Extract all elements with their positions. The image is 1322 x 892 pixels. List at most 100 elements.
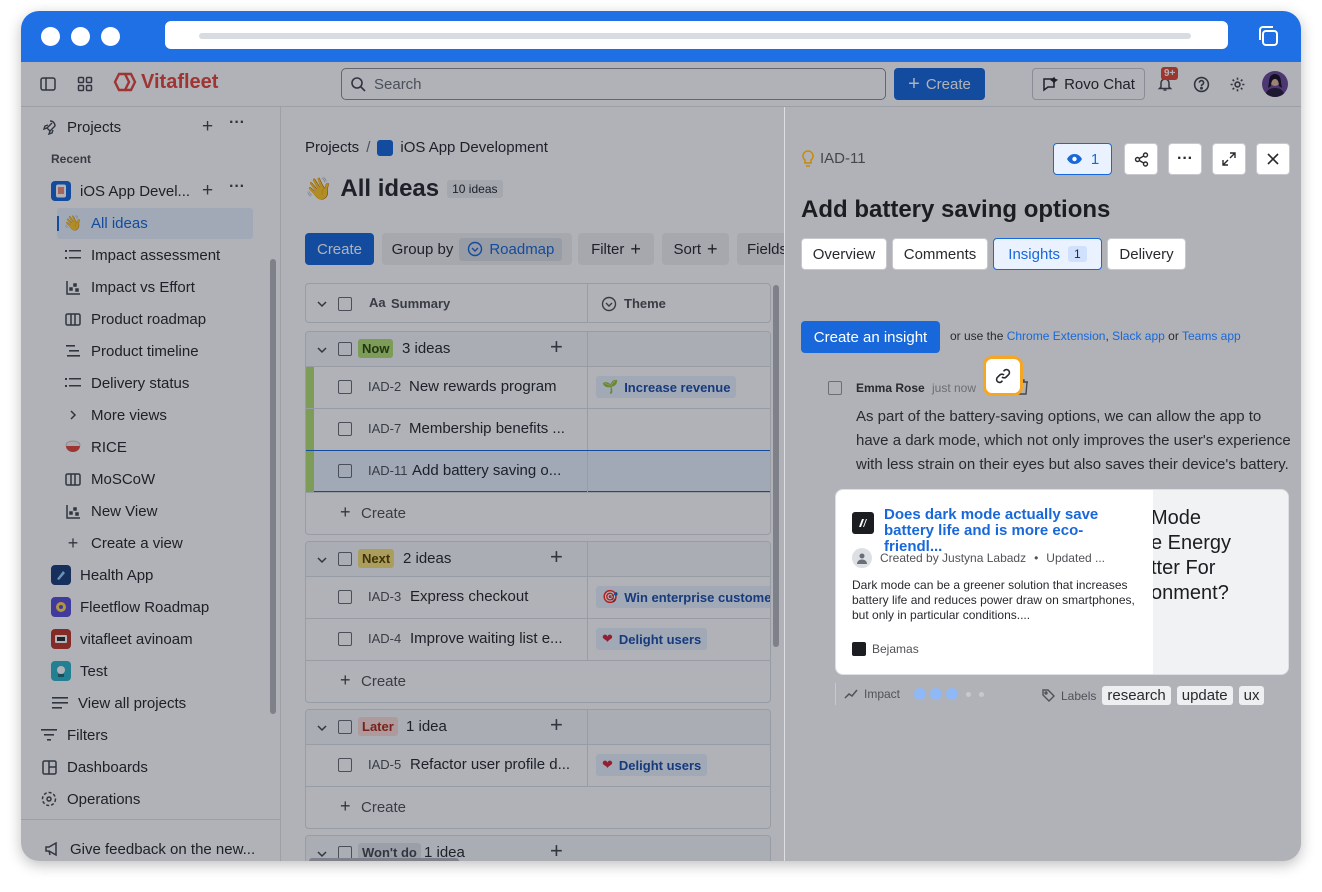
row-summary[interactable]: Improve waiting list e... [410, 630, 563, 647]
sidebar-project-fleetflow[interactable]: Fleetflow Roadmap [51, 592, 209, 622]
create-button[interactable]: + Create [894, 68, 985, 100]
chrome-extension-link[interactable]: Chrome Extension [1007, 329, 1106, 343]
tab-insights[interactable]: Insights 1 [993, 238, 1102, 270]
group-add-icon[interactable]: + [550, 712, 563, 738]
column-header-summary[interactable]: Summary [391, 296, 450, 311]
label-chip[interactable]: update [1176, 686, 1233, 705]
row-checkbox[interactable] [338, 464, 352, 478]
sidebar-view-all-projects[interactable]: View all projects [51, 688, 186, 718]
create-row[interactable]: + Create [306, 660, 770, 702]
sidebar-project-vitafleet[interactable]: vitafleet avinoam [51, 624, 193, 654]
create-row[interactable]: + Create [306, 492, 770, 534]
theme-tag[interactable]: ❤ Delight users [596, 754, 708, 776]
sidebar-project-health-app[interactable]: Health App [51, 560, 153, 590]
labels-field[interactable]: Labels research update ux [1042, 686, 1265, 705]
theme-tag[interactable]: 🌱 Increase revenue [596, 376, 737, 398]
slack-app-link[interactable]: Slack app [1112, 329, 1165, 343]
select-all-checkbox[interactable] [338, 297, 352, 311]
watch-button[interactable]: 1 [1053, 143, 1112, 175]
sidebar-toggle-icon[interactable] [39, 75, 57, 93]
group-add-icon[interactable]: + [550, 544, 563, 570]
row-summary[interactable]: Refactor user profile d... [410, 756, 570, 773]
row-checkbox[interactable] [338, 632, 352, 646]
sidebar-item-product-timeline[interactable]: Product timeline [64, 336, 199, 366]
group-checkbox[interactable] [338, 342, 352, 356]
add-project-icon[interactable]: + [202, 116, 213, 138]
collapse-all-chevron-icon[interactable] [316, 298, 328, 310]
sidebar-item-impact-assessment[interactable]: Impact assessment [64, 240, 220, 270]
window-minimize-dot[interactable] [71, 27, 90, 46]
sidebar-item-impact-vs-effort[interactable]: Impact vs Effort [64, 272, 195, 302]
theme-tag[interactable]: 🎯 Win enterprise customers [596, 586, 770, 608]
row-checkbox[interactable] [338, 758, 352, 772]
label-chip[interactable]: research [1102, 686, 1171, 705]
insight-checkbox[interactable] [828, 381, 842, 395]
column-header-theme[interactable]: Theme [624, 296, 666, 311]
table-row-selected[interactable]: IAD-11 Add battery saving o... [306, 450, 770, 493]
table-row[interactable]: IAD-5 Refactor user profile d... ❤ Deligh… [306, 744, 770, 786]
row-summary[interactable]: New rewards program [409, 378, 557, 395]
row-checkbox[interactable] [338, 380, 352, 394]
sidebar-item-all-ideas[interactable]: 👋 All ideas [64, 208, 148, 238]
search-input[interactable]: Search [341, 68, 886, 100]
impact-rating[interactable] [914, 688, 985, 700]
sidebar-item-moscow[interactable]: MoSCoW [64, 464, 155, 494]
group-checkbox[interactable] [338, 552, 352, 566]
label-chip[interactable]: ux [1238, 686, 1265, 705]
issue-key[interactable]: IAD-11 [820, 150, 866, 167]
sidebar-operations[interactable]: Operations [40, 784, 140, 814]
window-close-dot[interactable] [41, 27, 60, 46]
expand-icon[interactable] [1212, 143, 1246, 175]
insight-link-card[interactable]: Does dark mode actually save battery lif… [835, 489, 1289, 675]
sidebar-projects[interactable]: Projects [40, 112, 121, 142]
project-more-icon[interactable]: ··· [229, 178, 245, 196]
sidebar-filters[interactable]: Filters [40, 720, 108, 750]
tabs-overview-icon[interactable] [1256, 24, 1280, 48]
address-bar[interactable] [165, 21, 1228, 49]
fields-button[interactable]: Fields [737, 233, 787, 265]
group-by-button[interactable]: Group by Roadmap [382, 233, 572, 265]
sidebar-project-test[interactable]: Test [51, 656, 108, 686]
sidebar-item-rice[interactable]: RICE [64, 432, 127, 462]
row-summary[interactable]: Express checkout [410, 588, 528, 605]
group-collapse-chevron-icon[interactable] [316, 554, 328, 566]
table-vertical-scrollbar[interactable] [773, 285, 779, 647]
create-row[interactable]: + Create [306, 786, 770, 828]
row-summary[interactable]: Membership benefits ... [409, 420, 565, 437]
sidebar-item-delivery-status[interactable]: Delivery status [64, 368, 189, 398]
table-row[interactable]: IAD-2 New rewards program 🌱 Increase reve… [306, 366, 770, 409]
group-collapse-chevron-icon[interactable] [316, 344, 328, 356]
projects-more-icon[interactable]: ··· [229, 114, 245, 132]
user-avatar[interactable] [1262, 71, 1288, 97]
impact-field[interactable]: Impact [844, 687, 985, 701]
sidebar-dashboards[interactable]: Dashboards [40, 752, 148, 782]
sidebar-item-new-view[interactable]: New View [64, 496, 157, 526]
app-switcher-icon[interactable] [76, 75, 94, 93]
table-row[interactable]: IAD-4 Improve waiting list e... ❤ Delight… [306, 618, 770, 660]
group-collapse-chevron-icon[interactable] [316, 722, 328, 734]
sidebar-project-ios[interactable]: iOS App Devel... [51, 176, 190, 206]
sidebar-item-product-roadmap[interactable]: Product roadmap [64, 304, 206, 334]
brand-logo[interactable]: Vitafleet [113, 70, 218, 94]
row-checkbox[interactable] [338, 590, 352, 604]
group-add-icon[interactable]: + [550, 334, 563, 360]
sidebar-feedback[interactable]: Give feedback on the new... [43, 834, 255, 861]
add-view-icon[interactable]: + [202, 180, 213, 202]
idea-title[interactable]: Add battery saving options [801, 196, 1110, 224]
more-actions-icon[interactable]: ··· [1168, 143, 1202, 175]
close-icon[interactable] [1256, 143, 1290, 175]
tab-overview[interactable]: Overview [801, 238, 887, 270]
tab-comments[interactable]: Comments [892, 238, 988, 270]
row-summary[interactable]: Add battery saving o... [412, 462, 561, 479]
sort-button[interactable]: Sort + [662, 233, 729, 265]
sidebar-scrollbar[interactable] [270, 259, 276, 714]
copy-link-button[interactable] [983, 356, 1023, 396]
sidebar-item-create-view[interactable]: + Create a view [64, 528, 183, 558]
theme-tag[interactable]: ❤ Delight users [596, 628, 708, 650]
create-insight-button[interactable]: Create an insight [801, 321, 940, 353]
group-checkbox[interactable] [338, 720, 352, 734]
share-button[interactable] [1124, 143, 1158, 175]
filter-button[interactable]: Filter + [578, 233, 654, 265]
sidebar-item-more-views[interactable]: More views [64, 400, 167, 430]
table-row[interactable]: IAD-7 Membership benefits ... [306, 408, 770, 451]
